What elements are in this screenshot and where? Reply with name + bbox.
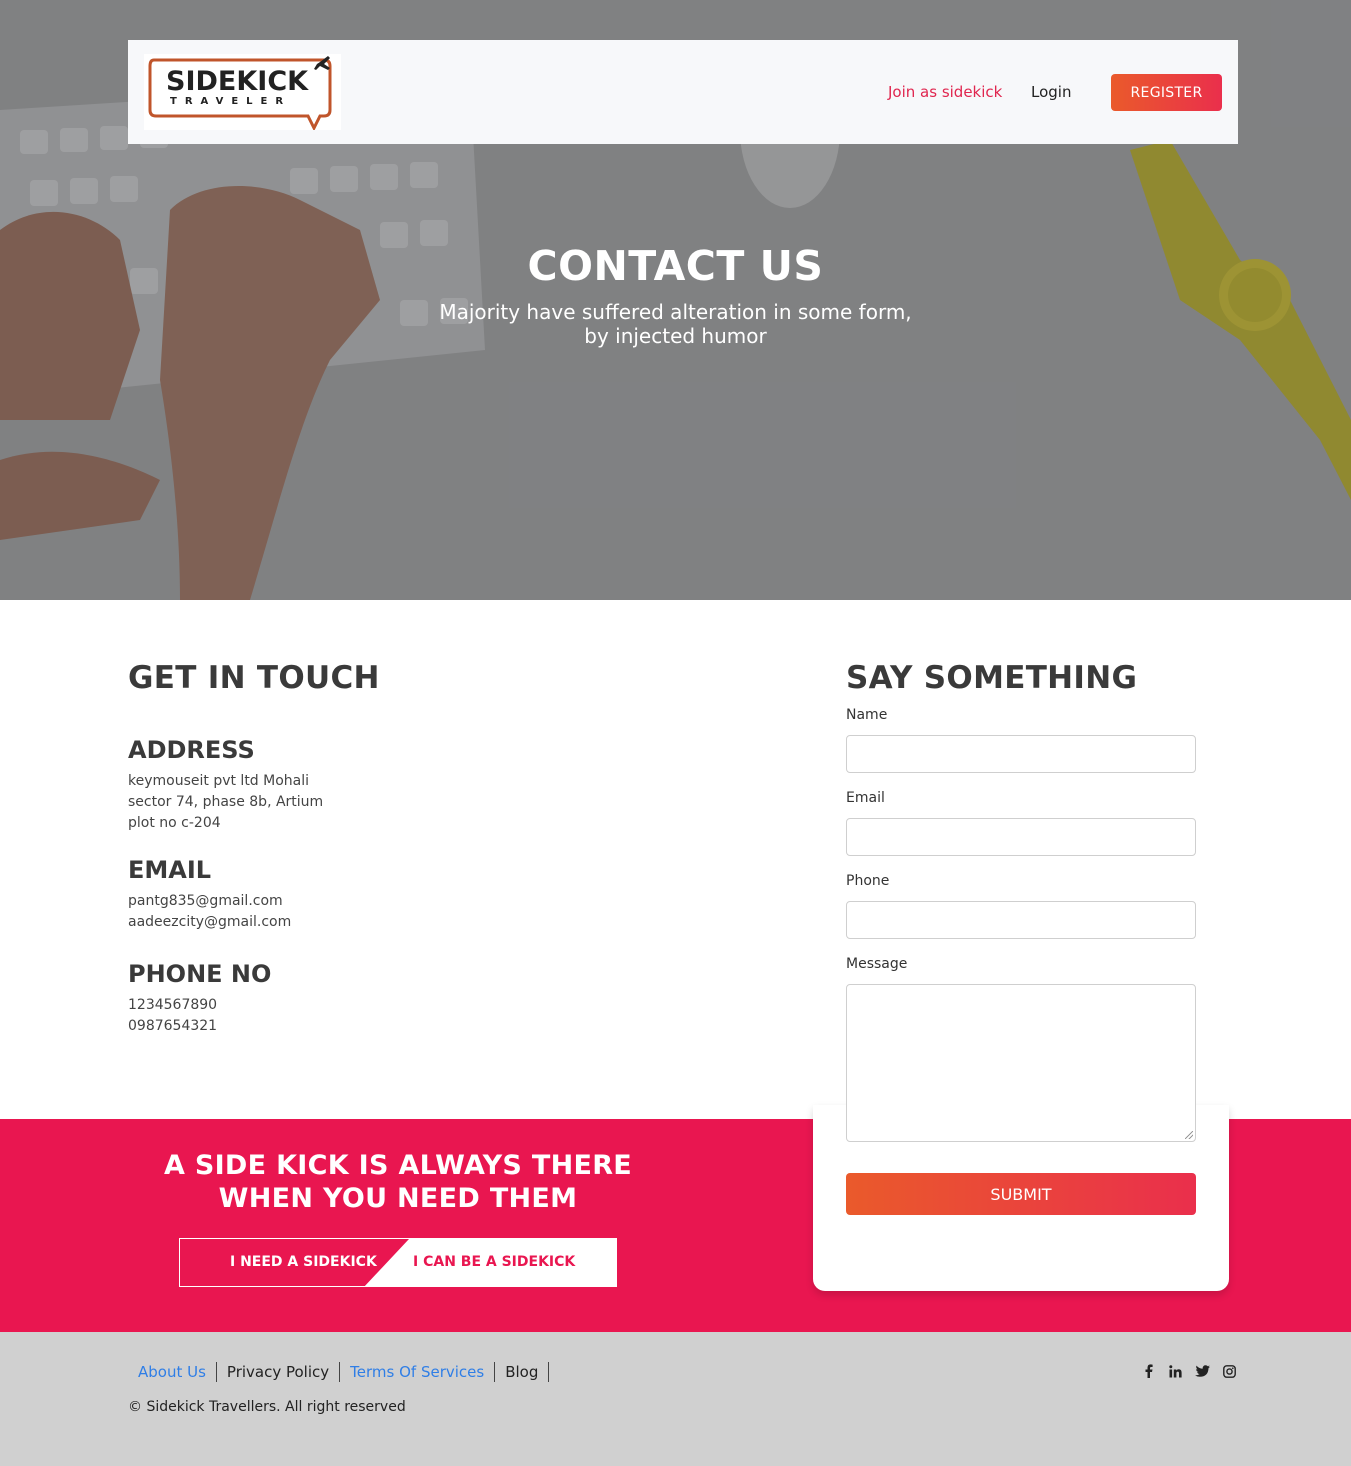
sidekick-toggle: I NEED A SIDEKICK I CAN BE A SIDEKICK xyxy=(179,1238,617,1287)
register-button[interactable]: REGISTER xyxy=(1111,74,1222,111)
submit-button[interactable]: SUBMIT xyxy=(846,1173,1196,1215)
footer: About Us Privacy Policy Terms Of Service… xyxy=(0,1332,1351,1466)
resize-handle[interactable] xyxy=(1185,1131,1193,1139)
address-line: keymouseit pvt ltd Mohali xyxy=(128,773,310,789)
email-address: aadeezcity@gmail.com xyxy=(128,914,292,930)
social-links xyxy=(1141,1363,1237,1379)
sidekick-logo[interactable]: SIDEKICK TRAVELER xyxy=(144,54,341,132)
i-need-a-sidekick-button[interactable]: I NEED A SIDEKICK xyxy=(230,1254,377,1270)
name-input[interactable] xyxy=(846,735,1196,773)
email-address: pantg835@gmail.com xyxy=(128,893,283,909)
message-label: Message xyxy=(846,956,908,972)
top-navbar: SIDEKICK TRAVELER Join as sidekick Login… xyxy=(128,40,1238,144)
message-textarea[interactable] xyxy=(846,984,1196,1142)
phone-input[interactable] xyxy=(846,901,1196,939)
footer-link-terms-of-services[interactable]: Terms Of Services xyxy=(340,1362,496,1382)
address-line: sector 74, phase 8b, Artium xyxy=(128,794,324,810)
linkedin-icon[interactable] xyxy=(1168,1363,1183,1379)
logo-mark: SIDEKICK TRAVELER xyxy=(148,56,332,132)
phone-number: 1234567890 xyxy=(128,997,218,1013)
instagram-icon[interactable] xyxy=(1222,1363,1237,1379)
say-something-heading: SAY SOMETHING xyxy=(846,660,1138,696)
get-in-touch-heading: GET IN TOUCH xyxy=(128,660,380,696)
i-can-be-a-sidekick-button[interactable]: I CAN BE A SIDEKICK xyxy=(413,1254,575,1270)
address-line: plot no c-204 xyxy=(128,815,221,831)
email-heading: EMAIL xyxy=(128,856,212,884)
svg-text:SIDEKICK: SIDEKICK xyxy=(166,66,309,97)
join-as-sidekick-link[interactable]: Join as sidekick xyxy=(888,83,1002,101)
footer-link-blog[interactable]: Blog xyxy=(495,1362,550,1382)
page-title: CONTACT US xyxy=(527,242,824,290)
footer-link-about-us[interactable]: About Us xyxy=(128,1362,217,1382)
login-link[interactable]: Login xyxy=(1031,83,1071,101)
footer-links: About Us Privacy Policy Terms Of Service… xyxy=(128,1362,550,1382)
phone-label: Phone xyxy=(846,873,890,889)
twitter-icon[interactable] xyxy=(1195,1363,1210,1379)
svg-text:TRAVELER: TRAVELER xyxy=(170,96,291,107)
facebook-icon[interactable] xyxy=(1141,1363,1156,1379)
hero-subtitle-line-2: by injected humor xyxy=(584,324,767,348)
name-label: Name xyxy=(846,707,888,723)
phone-number: 0987654321 xyxy=(128,1018,218,1034)
cta-title-line-2: WHEN YOU NEED THEM xyxy=(218,1183,578,1214)
hero-subtitle-line-1: Majority have suffered alteration in som… xyxy=(439,300,912,324)
cta-title-line-1: A SIDE KICK IS ALWAYS THERE xyxy=(163,1150,633,1181)
email-input[interactable] xyxy=(846,818,1196,856)
footer-link-privacy-policy[interactable]: Privacy Policy xyxy=(217,1362,341,1382)
email-label: Email xyxy=(846,790,885,806)
hero-section: SIDEKICK TRAVELER Join as sidekick Login… xyxy=(0,0,1351,600)
address-heading: ADDRESS xyxy=(128,736,255,764)
copyright-text: © Sidekick Travellers. All right reserve… xyxy=(128,1399,406,1415)
phone-heading: PHONE NO xyxy=(128,960,272,988)
